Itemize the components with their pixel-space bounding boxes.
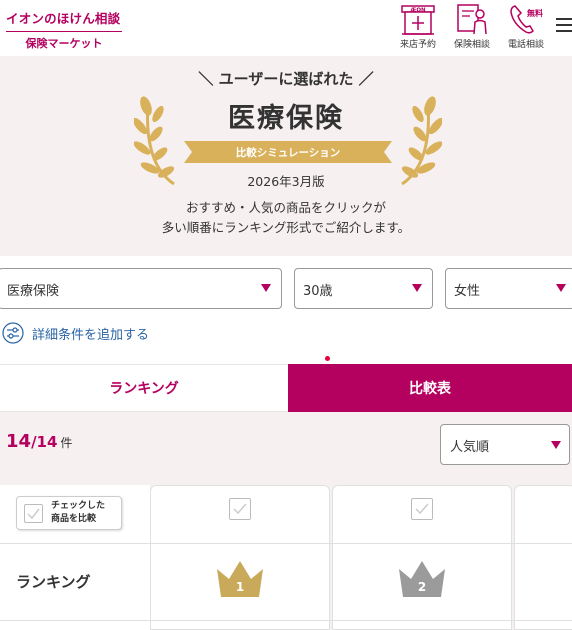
gender-value: 女性 [454, 284, 481, 299]
result-total: 14 [36, 433, 58, 451]
ranking-row-label: ランキング [16, 573, 91, 591]
logo-divider [6, 31, 122, 32]
hero-desc-line1: おすすめ・人気の商品をクリックが [185, 200, 386, 215]
product-1-checkbox[interactable] [229, 498, 251, 520]
nav-consultation[interactable]: 保険相談 [454, 2, 490, 50]
store-icon: ÆON [401, 5, 435, 35]
hero-title: 医療保険 [228, 103, 344, 134]
chevron-down-icon [556, 284, 566, 292]
add-conditions-label: 詳細条件を追加する [32, 327, 150, 343]
tab-compare[interactable]: 比較表 [288, 364, 572, 412]
hero-banner: ＼ ユーザーに選ばれた ／ 医療保険 比較シミュレーション 2026年3月版 お… [0, 56, 572, 256]
product-column-2 [332, 485, 512, 630]
logo-sub-text: 保険マーケット [25, 37, 103, 50]
table-row-divider [0, 620, 572, 621]
site-header: イオンのほけん相談 保険マーケット ÆON 来店予約 保険相談 無料 電話相談 [0, 0, 572, 56]
product-column-1 [150, 485, 330, 630]
compare-checked-line2: 商品を比較 [51, 514, 97, 524]
insurance-type-value: 医療保険 [7, 284, 60, 299]
settings-sliders-icon [2, 322, 24, 344]
gender-select[interactable]: 女性 [445, 268, 572, 309]
simulation-ribbon: 比較シミュレーション [184, 141, 392, 163]
checkbox-icon [24, 504, 43, 523]
ribbon-label: 比較シミュレーション [235, 147, 341, 159]
age-select[interactable]: 30歳 [294, 268, 433, 309]
chevron-down-icon [412, 284, 422, 292]
sort-value: 人気順 [450, 440, 490, 455]
phone-icon: 無料 [510, 5, 543, 34]
rank-1-number: 1 [235, 580, 245, 594]
product-2-checkbox[interactable] [411, 498, 433, 520]
nav-store-visit-label: 来店予約 [400, 40, 437, 50]
result-unit: 件 [60, 436, 73, 450]
tab-ranking[interactable]: ランキング [0, 364, 288, 412]
result-count: 14/14 件 [6, 431, 73, 452]
hero-tagline: ＼ ユーザーに選ばれた ／ [198, 70, 374, 88]
chevron-down-icon [261, 284, 271, 292]
nav-phone-label: 電話相談 [507, 40, 544, 50]
hero-date: 2026年3月版 [247, 174, 325, 189]
indicator-dot [325, 356, 330, 361]
insurance-type-select[interactable]: 医療保険 [0, 268, 282, 309]
add-conditions-link[interactable]: 詳細条件を追加する [2, 322, 149, 344]
nav-phone[interactable]: 無料 電話相談 [506, 2, 546, 50]
compare-checked-button[interactable]: チェックした 商品を比較 [16, 496, 122, 530]
chevron-down-icon [551, 441, 561, 449]
result-shown: 14 [6, 431, 32, 452]
table-row-divider [0, 543, 572, 544]
free-badge: 無料 [527, 8, 543, 18]
hero-desc-line2: 多い順番にランキング形式でご紹介します。 [161, 220, 411, 235]
product-column-3 [514, 485, 572, 630]
consultation-icon [457, 4, 487, 35]
hamburger-menu-icon[interactable] [556, 14, 572, 38]
logo-main-text: イオンのほけん相談 [6, 11, 121, 26]
rank-2-number: 2 [417, 580, 427, 594]
nav-consultation-label: 保険相談 [454, 40, 491, 50]
nav-store-visit[interactable]: ÆON 来店予約 [400, 2, 436, 50]
aeon-logo[interactable]: イオンのほけん相談 保険マーケット [6, 8, 124, 51]
age-value: 30歳 [303, 284, 333, 299]
hero-description: おすすめ・人気の商品をクリックが 多い順番にランキング形式でご紹介します。 [0, 198, 572, 238]
compare-checked-label: チェックした 商品を比較 [51, 500, 105, 526]
compare-checked-line1: チェックした [51, 501, 106, 511]
sort-select[interactable]: 人気順 [440, 424, 570, 465]
